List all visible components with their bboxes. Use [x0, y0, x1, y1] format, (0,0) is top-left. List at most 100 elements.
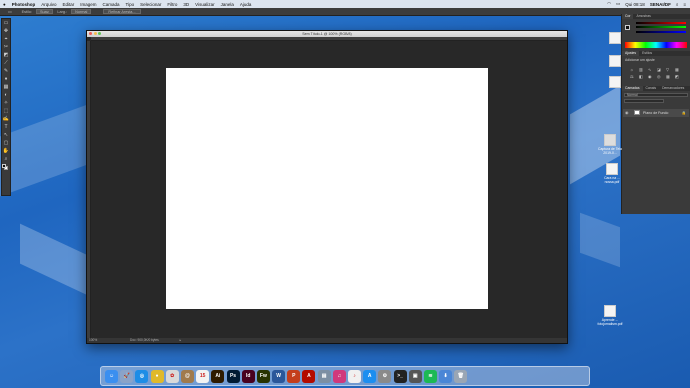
list-icon[interactable]: ≡ [683, 2, 686, 7]
tool-7-icon[interactable]: ♦ [2, 76, 10, 83]
close-icon[interactable] [89, 32, 92, 36]
preview-icon[interactable]: ▤ [317, 369, 331, 383]
tool-16-icon[interactable]: ✋ [2, 148, 10, 155]
desktop-icon[interactable] [600, 55, 630, 68]
channelmixer-icon[interactable]: ◎ [657, 74, 664, 79]
itunes-icon[interactable]: ♫ [332, 369, 346, 383]
tool-4-icon[interactable]: ◩ [2, 52, 10, 59]
chrome-icon[interactable]: ● [150, 369, 164, 383]
photos-icon[interactable]: ✿ [165, 369, 179, 383]
powerpoint-icon[interactable]: P [287, 369, 301, 383]
user-name[interactable]: SENAI/DF [650, 2, 671, 7]
tool-17-icon[interactable]: ⌕ [2, 156, 10, 163]
menu-filtro[interactable]: Filtro [167, 2, 177, 7]
search-icon[interactable]: ⌕ [676, 2, 679, 7]
menu-ajuda[interactable]: Ajuda [240, 2, 252, 7]
tab-amostras[interactable]: Amostras [633, 14, 653, 19]
fireworks-icon[interactable]: Fw [256, 369, 270, 383]
vibrance-icon[interactable]: ▽ [666, 67, 673, 72]
blend-mode-select[interactable]: Normal [624, 92, 688, 97]
tool-8-icon[interactable]: ▦ [2, 84, 10, 91]
tool-3-icon[interactable]: ✂ [2, 44, 10, 51]
spectrum-bar[interactable] [625, 41, 687, 48]
apple-icon[interactable]: ● [3, 2, 6, 7]
zoom-icon[interactable] [98, 32, 101, 36]
desktop-icon[interactable]: Cara na ... nossa.pdf [597, 163, 627, 184]
curves-icon[interactable]: ∿ [648, 67, 655, 72]
bw-icon[interactable]: ◧ [639, 74, 646, 79]
tool-2-icon[interactable]: ⌖ [2, 36, 10, 43]
tool-1-icon[interactable]: ✥ [2, 28, 10, 35]
system-prefs-icon[interactable]: ⚙ [378, 369, 392, 383]
refine-edge-button[interactable]: Refinar Aresta... [103, 9, 141, 14]
menu-arquivo[interactable]: Arquivo [41, 2, 56, 7]
exposure-icon[interactable]: ◪ [657, 67, 664, 72]
tool-9-icon[interactable]: ◐ [2, 92, 10, 99]
safari-icon[interactable]: ◎ [135, 369, 149, 383]
tab-canais[interactable]: Canais [643, 86, 660, 91]
layer-filter-select[interactable] [624, 98, 664, 103]
tool-12-icon[interactable]: ✍ [2, 116, 10, 123]
menu-editar[interactable]: Editar [62, 2, 74, 7]
menu-3d[interactable]: 3D [183, 2, 189, 7]
launchpad-icon[interactable]: 🚀 [120, 369, 134, 383]
canvas[interactable] [166, 68, 488, 309]
tool-13-icon[interactable]: T [2, 124, 10, 131]
downloads-icon[interactable]: ⬇ [439, 369, 453, 383]
spotify-icon[interactable]: ≋ [423, 369, 437, 383]
desktop-icon[interactable] [600, 32, 630, 45]
utility-icon[interactable]: ▣ [408, 369, 422, 383]
wifi-icon[interactable]: ◠ [607, 1, 611, 7]
tool-11-icon[interactable]: ⬚ [2, 108, 10, 115]
lookup-icon[interactable]: ▦ [666, 74, 673, 79]
terminal-icon[interactable]: >_ [393, 369, 407, 383]
indesign-icon[interactable]: Id [241, 369, 255, 383]
colorbalance-icon[interactable]: ⚖ [630, 74, 637, 79]
green-slider[interactable] [636, 26, 686, 28]
brightness-icon[interactable]: ☼ [630, 67, 637, 72]
layer-row[interactable]: ◉ Plano de Fundo 🔒 [623, 108, 689, 117]
menu-selecionar[interactable]: Selecionar [140, 2, 161, 7]
marquee-tool-icon[interactable]: ▭ [8, 9, 12, 14]
document-titlebar[interactable]: Sem Título-1 @ 100% (RGB/8) [87, 31, 567, 37]
finder-icon[interactable]: ☺ [105, 369, 118, 383]
contacts-icon[interactable]: @ [180, 369, 194, 383]
horizontal-ruler[interactable] [91, 37, 567, 41]
style-select[interactable]: Suav. [35, 9, 54, 14]
menu-visualizar[interactable]: Visualizar [195, 2, 214, 7]
trash-icon[interactable]: 🗑 [454, 369, 468, 383]
zoom-level[interactable]: 100% [89, 338, 97, 342]
menu-janela[interactable]: Janela [221, 2, 234, 7]
color-fg-swatch[interactable] [625, 24, 630, 30]
photofilter-icon[interactable]: ◉ [648, 74, 655, 79]
minimize-icon[interactable] [93, 32, 97, 36]
invert-icon[interactable]: ◩ [675, 74, 682, 79]
illustrator-icon[interactable]: Ai [211, 369, 225, 383]
vertical-ruler[interactable] [87, 41, 91, 338]
menu-camada[interactable]: Camada [103, 2, 120, 7]
menu-imagem[interactable]: Imagem [80, 2, 96, 7]
visibility-eye-icon[interactable]: ◉ [625, 110, 629, 115]
levels-icon[interactable]: ▥ [639, 67, 646, 72]
tool-5-icon[interactable]: ⟋ [2, 60, 10, 67]
status-menu-arrow[interactable]: ▸ [180, 338, 182, 342]
tool-10-icon[interactable]: ✧ [2, 100, 10, 107]
tool-14-icon[interactable]: ↖ [2, 132, 10, 139]
photoshop-icon[interactable]: Ps [226, 369, 240, 383]
blue-slider[interactable] [636, 30, 686, 33]
app-menu[interactable]: Photoshop [12, 2, 36, 7]
music-icon[interactable]: ♪ [348, 369, 361, 383]
battery-icon[interactable]: ▭ [616, 1, 620, 7]
desktop-icon[interactable]: Captura de Tela 2019-0... [595, 134, 625, 155]
tool-6-icon[interactable]: ✎ [2, 68, 10, 75]
word-icon[interactable]: W [272, 369, 286, 383]
desktop-icon[interactable] [600, 76, 630, 89]
tab-estilos[interactable]: Estilos [639, 51, 655, 56]
tab-cor[interactable]: Cor [622, 14, 634, 19]
calendar-icon[interactable]: 15 [196, 369, 210, 383]
red-slider[interactable] [636, 21, 686, 24]
tab-demarcadores[interactable]: Demarcadores [659, 86, 687, 91]
acrobat-icon[interactable]: A [302, 369, 316, 383]
appstore-icon[interactable]: A [363, 369, 377, 383]
menu-tipo[interactable]: Tipo [126, 2, 135, 7]
